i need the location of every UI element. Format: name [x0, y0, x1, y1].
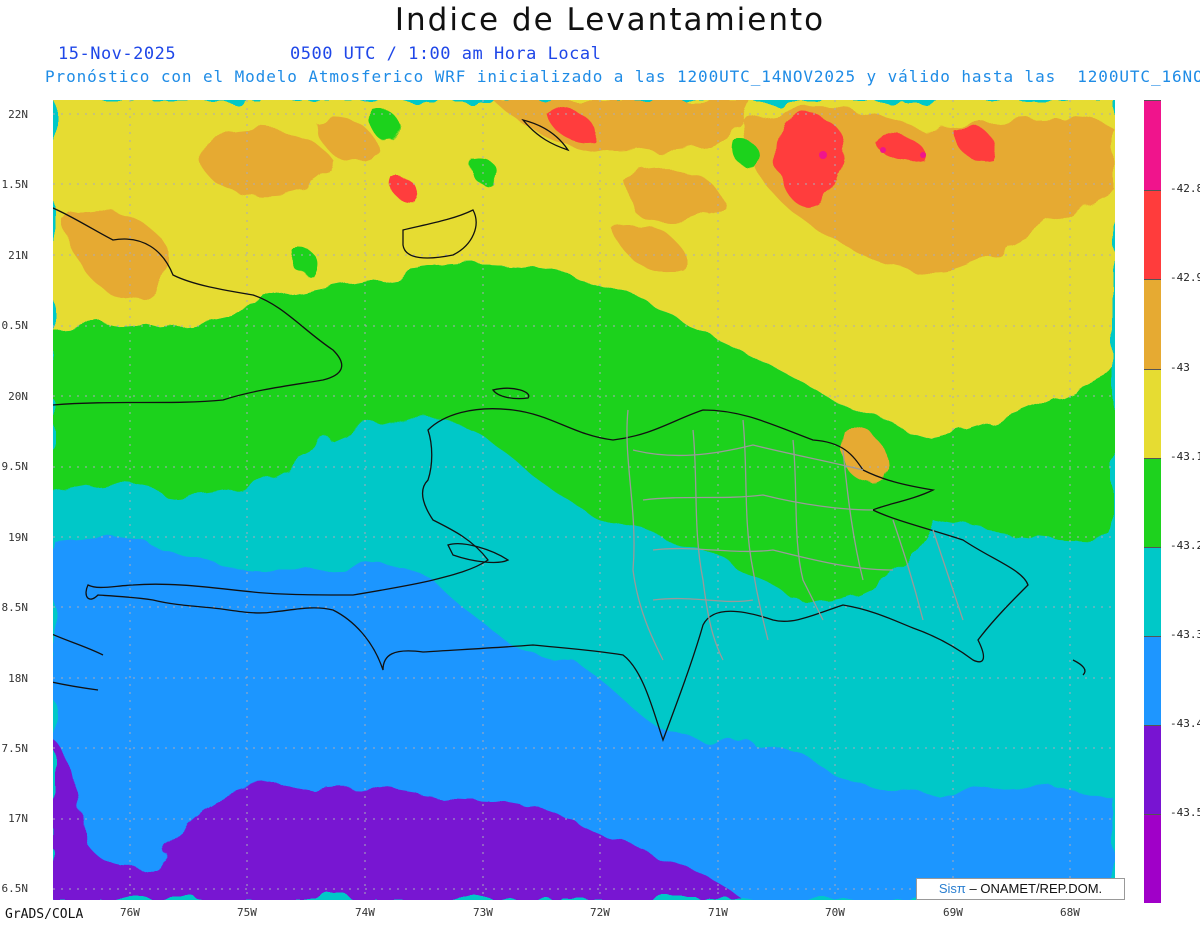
lat-label: 8.5N	[1, 601, 29, 614]
credit-text: – ONAMET/REP.DOM.	[969, 881, 1103, 896]
colorbar-segment	[1144, 369, 1161, 458]
colorbar-segment	[1144, 100, 1161, 190]
colorbar-segment	[1144, 279, 1161, 369]
forecast-date: 15-Nov-2025	[58, 44, 177, 64]
colorbar-label: -43.2	[1170, 539, 1200, 552]
patch-magenta	[920, 152, 926, 158]
lon-label: 70W	[825, 906, 845, 919]
credit-box: Sisπ – ONAMET/REP.DOM.	[916, 878, 1125, 900]
colorbar-segment	[1144, 458, 1161, 547]
forecast-time: 0500 UTC / 1:00 am Hora Local	[290, 44, 602, 64]
lon-label: 76W	[120, 906, 140, 919]
colorbar-segment	[1144, 725, 1161, 814]
lat-label: 7.5N	[1, 742, 29, 755]
colorbar-label: -43.1	[1170, 450, 1200, 463]
colorbar-segment	[1144, 547, 1161, 636]
colorbar-label: -43.4	[1170, 717, 1200, 730]
lat-label: 6.5N	[1, 882, 29, 895]
lifted-index-map	[32, 100, 1115, 900]
map-field	[32, 100, 1115, 900]
lat-label: 20N	[8, 390, 28, 403]
map-title: Indice de Levantamiento	[394, 2, 826, 38]
lat-label: 22N	[8, 108, 28, 121]
lon-label: 68W	[1060, 906, 1080, 919]
lon-label: 75W	[237, 906, 257, 919]
lon-label: 69W	[943, 906, 963, 919]
colorbar	[1144, 100, 1161, 903]
lon-label: 72W	[590, 906, 610, 919]
colorbar-segment	[1144, 814, 1161, 903]
patch-magenta	[819, 151, 827, 159]
lat-label: 1.5N	[1, 178, 29, 191]
lat-label: 17N	[8, 812, 28, 825]
colorbar-label: -43	[1170, 361, 1190, 374]
lat-label: 0.5N	[1, 319, 29, 332]
forecast-subtitle: Pronóstico con el Modelo Atmosferico WRF…	[45, 67, 1200, 86]
lon-label: 73W	[473, 906, 493, 919]
colorbar-label: -42.9	[1170, 271, 1200, 284]
colorbar-label: -43.3	[1170, 628, 1200, 641]
lat-label: 19N	[8, 531, 28, 544]
lat-label: 9.5N	[1, 460, 29, 473]
colorbar-segment	[1144, 190, 1161, 279]
colorbar-label: -43.5	[1170, 806, 1200, 819]
software-label: GrADS/COLA	[5, 907, 84, 922]
lon-label: 71W	[708, 906, 728, 919]
colorbar-label: -42.8	[1170, 182, 1200, 195]
lon-label: 74W	[355, 906, 375, 919]
sispi-logo: Sisπ	[938, 881, 966, 896]
colorbar-segment	[1144, 636, 1161, 725]
patch-magenta	[880, 147, 886, 153]
lat-label: 21N	[8, 249, 28, 262]
lat-label: 18N	[8, 672, 28, 685]
